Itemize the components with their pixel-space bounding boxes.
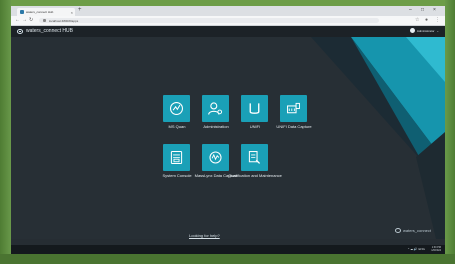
help-link[interactable]: Looking for help? <box>189 233 220 238</box>
star-icon[interactable]: ☆ <box>415 17 419 23</box>
browser-tab-title: waters_connect Hub <box>26 10 54 14</box>
browser-tab[interactable]: waters_connect Hub × <box>17 8 75 16</box>
app-launcher-area: MS Quan Administration UNIFI UNIFI Data … <box>11 37 445 239</box>
tile-unifi[interactable] <box>241 95 268 122</box>
tile-label-qualification-maintenance: Qualification and Maintenance <box>228 173 282 178</box>
system-console-icon <box>170 151 183 164</box>
background-decoration <box>311 37 445 239</box>
windows-taskbar: ^ ☁ 🔊 ENG 1:30 PM 1/8/2024 <box>11 245 445 254</box>
tile-masslynx-data-capture[interactable] <box>202 144 229 171</box>
task-view-icon[interactable] <box>38 247 43 252</box>
waters-footer-logo-icon <box>395 228 401 233</box>
reload-icon[interactable]: ↻ <box>29 17 33 23</box>
lock-icon <box>43 19 46 22</box>
app-title: waters_connect HUB <box>26 28 73 34</box>
user-avatar-icon <box>409 28 415 33</box>
url-text: localhost:4800/#/apps <box>49 18 79 23</box>
app-header: waters_connect HUB Administrator ⌄ <box>11 26 445 37</box>
system-tray[interactable]: ^ ☁ 🔊 ENG <box>408 247 425 251</box>
tab-close-icon[interactable]: × <box>71 10 73 15</box>
new-tab-button[interactable]: + <box>78 7 82 13</box>
chevron-down-icon: ⌄ <box>436 28 439 33</box>
waters-logo-icon <box>17 29 23 34</box>
taskbar-clock[interactable]: 1:30 PM 1/8/2024 <box>431 246 441 252</box>
tile-administration[interactable] <box>202 95 229 122</box>
maximize-button[interactable]: □ <box>421 7 424 13</box>
search-icon[interactable] <box>27 247 32 252</box>
desk-background-bottom <box>0 254 455 264</box>
arrow-left-icon[interactable]: ← <box>15 17 20 23</box>
url-field[interactable]: localhost:4800/#/apps <box>39 18 379 23</box>
user-menu[interactable]: Administrator ⌄ <box>409 28 439 33</box>
masslynx-data-capture-icon <box>209 151 222 164</box>
administration-icon <box>208 102 223 115</box>
clock-date: 1/8/2024 <box>431 249 441 252</box>
browser-address-bar: ← → ↻ localhost:4800/#/apps ☆ ● ⋮ <box>11 16 445 26</box>
desk-background-right <box>445 0 455 264</box>
tile-unifi-data-capture[interactable] <box>280 95 307 122</box>
unifi-icon <box>249 103 260 114</box>
tile-system-console[interactable] <box>163 144 190 171</box>
desk-background-left <box>0 0 11 264</box>
monitor-screen: waters_connect Hub × + – □ × ← → ↻ local… <box>11 6 445 254</box>
tile-label-unifi-data-capture: UNIFI Data Capture <box>276 124 312 129</box>
chrome-icon[interactable] <box>60 247 65 252</box>
qualification-maintenance-icon <box>248 151 261 164</box>
minimize-button[interactable]: – <box>409 7 412 13</box>
brand-footer-text: waters_connect <box>403 228 432 233</box>
unifi-data-capture-icon <box>287 102 300 114</box>
favicon-icon <box>20 10 24 14</box>
tile-qualification-maintenance[interactable] <box>241 144 268 171</box>
menu-dots-icon[interactable]: ⋮ <box>435 17 440 23</box>
tile-ms-quan[interactable] <box>163 95 190 122</box>
browser-tab-bar: waters_connect Hub × + – □ × <box>11 6 445 16</box>
ms-quan-icon <box>169 101 184 116</box>
file-explorer-icon[interactable] <box>49 247 54 252</box>
profile-icon[interactable]: ● <box>425 17 428 23</box>
brand-footer: waters_connect <box>395 228 431 233</box>
window-close-button[interactable]: × <box>433 7 436 13</box>
windows-start-icon[interactable] <box>16 247 21 252</box>
user-name: Administrator <box>416 28 435 33</box>
arrow-right-icon[interactable]: → <box>22 17 27 23</box>
